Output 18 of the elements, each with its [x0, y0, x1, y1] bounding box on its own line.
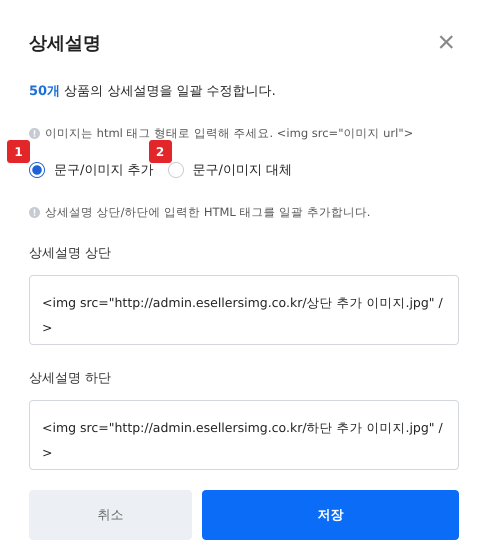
- notice-text: 이미지는 html 태그 형태로 입력해 주세요. <img src="이미지 url">: [45, 126, 414, 141]
- step-badge: 2: [148, 140, 172, 163]
- info-icon: [29, 128, 40, 139]
- save-button[interactable]: 저장: [202, 490, 459, 540]
- notice-text: 상세설명 상단/하단에 입력한 HTML 태그를 일괄 추가합니다.: [45, 205, 370, 220]
- text-area[interactable]: <img src="http://admin.esellersimg.co.kr/하단 추가 이미지.jpg" />: [29, 400, 459, 470]
- info-icon: [29, 207, 40, 218]
- radio-option[interactable]: 문구/이미지 추가: [29, 161, 154, 179]
- radio-option[interactable]: 문구/이미지 대체: [168, 161, 292, 179]
- radio-button[interactable]: [29, 162, 45, 178]
- step-badge: 1: [7, 140, 30, 163]
- field-label: 상세설명 상단: [29, 245, 112, 262]
- cancel-button[interactable]: 취소: [29, 490, 192, 540]
- summary-text: 50개 상품의 상세설명을 일괄 수정합니다.: [29, 83, 277, 100]
- text-area[interactable]: <img src="http://admin.esellersimg.co.kr/상단 추가 이미지.jpg" />: [29, 275, 459, 345]
- dialog-title: 상세설명: [29, 32, 101, 55]
- field-label: 상세설명 하단: [29, 370, 112, 387]
- close-button[interactable]: ×: [433, 28, 459, 58]
